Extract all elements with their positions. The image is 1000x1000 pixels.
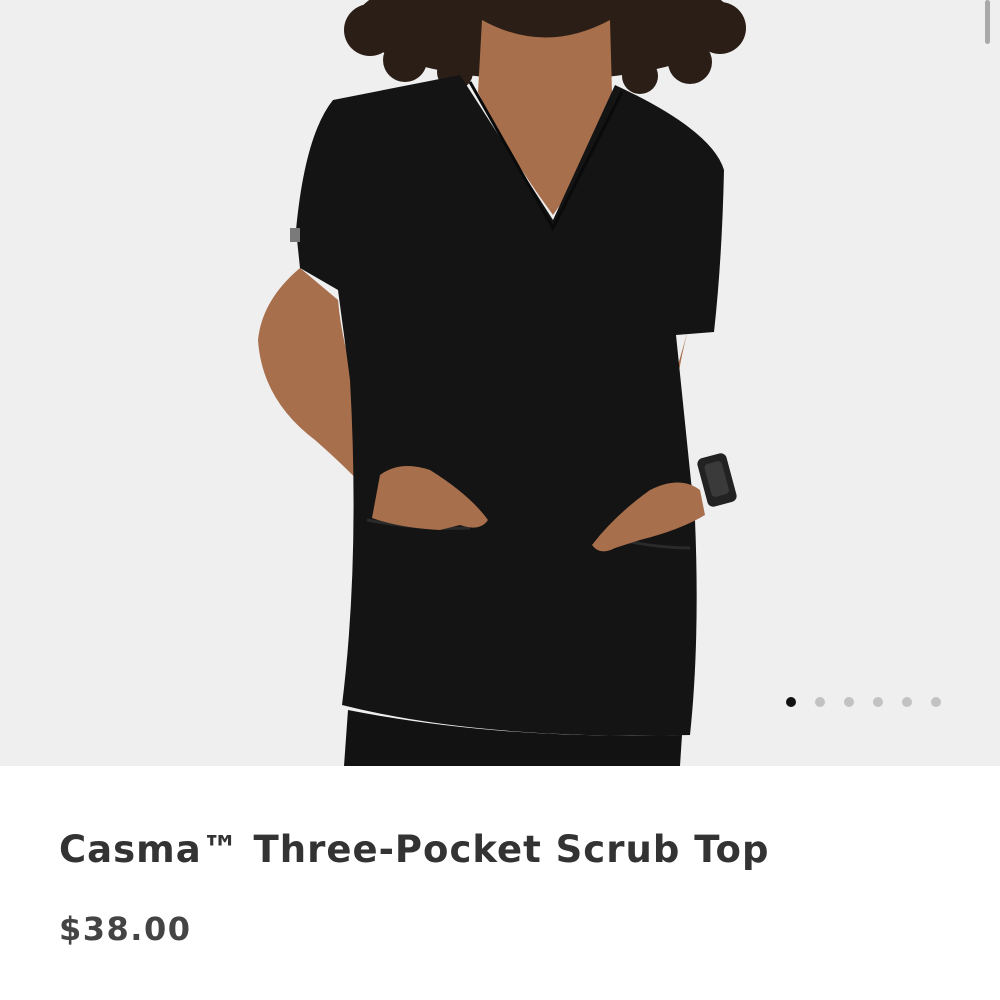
scrollbar[interactable] [985,0,990,44]
carousel-dot-6[interactable] [931,697,941,707]
carousel-pagination [786,697,941,707]
carousel-dot-1[interactable] [786,697,796,707]
product-title: Casma™ Three-Pocket Scrub Top [59,828,770,871]
carousel-dot-4[interactable] [873,697,883,707]
sleeve-tab [290,228,300,242]
carousel-dot-5[interactable] [902,697,912,707]
product-image-carousel[interactable] [0,0,1000,766]
scrub-top-garment [296,75,724,736]
carousel-dot-3[interactable] [844,697,854,707]
product-photo [0,0,1000,766]
product-page: Casma™ Three-Pocket Scrub Top $38.00 [0,0,1000,1000]
carousel-dot-2[interactable] [815,697,825,707]
product-price: $38.00 [59,910,192,948]
